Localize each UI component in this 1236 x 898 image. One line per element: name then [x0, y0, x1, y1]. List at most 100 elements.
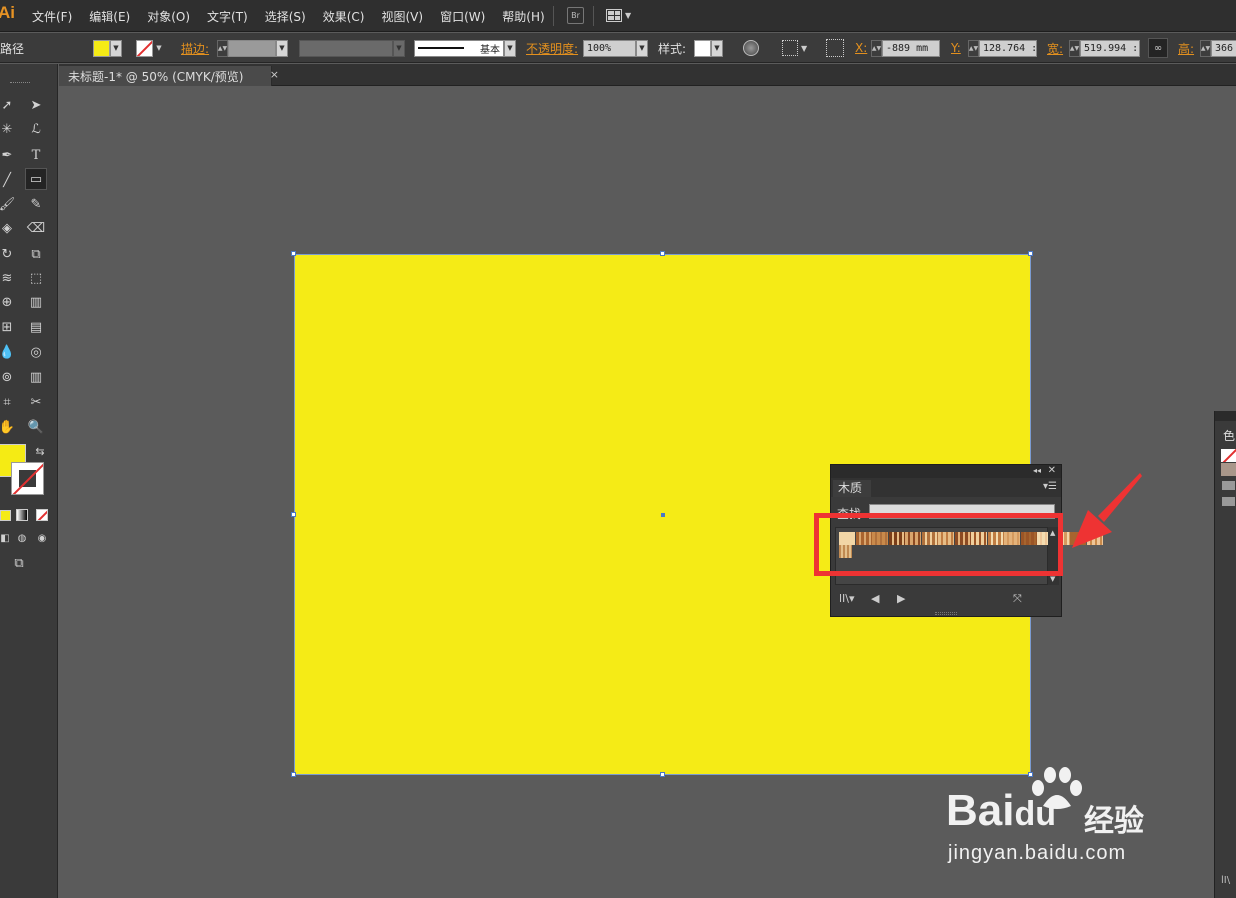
- gradient-mode-button[interactable]: [11, 504, 33, 526]
- menu-item[interactable]: 效果(C): [323, 8, 365, 25]
- arrange-documents-button[interactable]: ▼: [606, 8, 634, 23]
- blend-tool-icon[interactable]: ◎: [25, 341, 47, 363]
- selection-tool-icon[interactable]: ➚: [0, 94, 18, 116]
- opacity-dropdown[interactable]: ▼: [636, 39, 648, 57]
- selection-handle[interactable]: [291, 772, 296, 777]
- align-icon[interactable]: [782, 40, 798, 56]
- pencil-tool-icon[interactable]: ✎: [25, 193, 47, 215]
- panel-resize-grip[interactable]: [935, 612, 957, 615]
- stroke-weight-spinner[interactable]: ▲▼: [217, 39, 228, 57]
- opacity-field[interactable]: 100%: [583, 39, 636, 57]
- selection-handle[interactable]: [291, 512, 296, 517]
- width-spinner[interactable]: ▲▼: [1069, 39, 1080, 57]
- menu-item[interactable]: 文字(T): [207, 8, 248, 25]
- color-swatch[interactable]: [1221, 463, 1236, 476]
- blob-brush-tool-icon[interactable]: ◈: [0, 217, 18, 239]
- folder-icon[interactable]: [1222, 497, 1235, 506]
- scroll-down-icon[interactable]: ▼: [1050, 575, 1055, 583]
- stroke-dropdown[interactable]: ▼: [153, 39, 165, 57]
- hand-tool-icon[interactable]: ✋: [0, 416, 18, 438]
- menu-item[interactable]: 选择(S): [265, 8, 306, 25]
- x-field[interactable]: -889 mm: [882, 39, 940, 57]
- height-spinner[interactable]: ▲▼: [1200, 39, 1211, 57]
- close-icon[interactable]: ✕: [1048, 465, 1056, 476]
- perspective-grid-tool-icon[interactable]: ▥: [25, 291, 47, 313]
- warp-tool-icon[interactable]: ≋: [0, 267, 18, 289]
- y-field[interactable]: 128.764 :: [979, 39, 1037, 57]
- graphic-style-swatch[interactable]: [694, 39, 711, 57]
- type-tool-icon[interactable]: T: [25, 144, 47, 166]
- width-label[interactable]: 宽:: [1047, 40, 1063, 57]
- fill-dropdown[interactable]: ▼: [110, 39, 122, 57]
- previous-library-icon[interactable]: ◀: [871, 592, 879, 605]
- selection-handle[interactable]: [660, 251, 665, 256]
- folder-icon[interactable]: [1222, 481, 1235, 490]
- artboard-tool-icon[interactable]: ⌗: [0, 391, 18, 413]
- y-label[interactable]: Y:: [951, 41, 961, 55]
- direct-selection-tool-icon[interactable]: ➤: [25, 94, 47, 116]
- bridge-button[interactable]: Br: [567, 7, 584, 24]
- next-library-icon[interactable]: ▶: [897, 592, 905, 605]
- lasso-tool-icon[interactable]: ℒ: [25, 118, 47, 140]
- draw-inside-icon[interactable]: ◉: [31, 527, 53, 549]
- menu-item[interactable]: 帮助(H): [502, 8, 544, 25]
- library-menu-icon[interactable]: lI\: [1221, 875, 1230, 886]
- scale-tool-icon[interactable]: ⧉: [25, 243, 47, 265]
- menu-item[interactable]: 窗口(W): [440, 8, 485, 25]
- column-graph-tool-icon[interactable]: ▥: [25, 366, 47, 388]
- selection-handle[interactable]: [660, 772, 665, 777]
- gradient-tool-icon[interactable]: ▤: [25, 316, 47, 338]
- shape-builder-tool-icon[interactable]: ⊕: [0, 291, 18, 313]
- eraser-tool-icon[interactable]: ⌫: [25, 217, 47, 239]
- stroke-profile-field[interactable]: 基本: [414, 39, 504, 57]
- zoom-tool-icon[interactable]: 🔍: [25, 416, 47, 438]
- menu-icon[interactable]: ▾☰: [1043, 481, 1057, 492]
- graphic-style-dropdown[interactable]: ▼: [711, 39, 723, 57]
- x-label[interactable]: X:: [855, 41, 867, 55]
- none-mode-button[interactable]: [31, 504, 53, 526]
- draw-behind-icon[interactable]: ◍: [11, 527, 33, 549]
- stroke-color-box[interactable]: [11, 462, 44, 495]
- panel-title-bar[interactable]: ◂◂ ✕: [831, 465, 1061, 478]
- symbol-sprayer-tool-icon[interactable]: ⊚: [0, 366, 18, 388]
- stroke-weight-field[interactable]: [228, 39, 276, 57]
- panel-grip[interactable]: [10, 82, 30, 84]
- menu-item[interactable]: 文件(F): [32, 8, 72, 25]
- variable-width-field[interactable]: [299, 39, 393, 57]
- variable-width-dropdown[interactable]: ▼: [393, 39, 405, 57]
- chevron-down-icon[interactable]: ▼: [801, 44, 807, 53]
- document-tab[interactable]: 未标题-1* @ 50% (CMYK/预览) ×: [59, 66, 279, 86]
- stroke-weight-dropdown[interactable]: ▼: [276, 39, 288, 57]
- eyedropper-tool-icon[interactable]: 💧: [0, 341, 18, 363]
- y-spinner[interactable]: ▲▼: [968, 39, 979, 57]
- height-field[interactable]: 366: [1211, 39, 1236, 57]
- reference-point-icon[interactable]: [826, 39, 844, 57]
- opacity-label[interactable]: 不透明度:: [526, 40, 578, 57]
- rotate-tool-icon[interactable]: ↻: [0, 243, 18, 265]
- fill-swatch[interactable]: [93, 39, 110, 57]
- tools-icon[interactable]: ⤧: [1013, 592, 1022, 606]
- menu-item[interactable]: 编辑(E): [89, 8, 130, 25]
- none-swatch[interactable]: [1221, 449, 1236, 462]
- slice-tool-icon[interactable]: ✂: [25, 391, 47, 413]
- menu-item[interactable]: 对象(O): [147, 8, 190, 25]
- close-icon[interactable]: ×: [270, 68, 279, 81]
- height-label[interactable]: 高:: [1178, 40, 1194, 57]
- line-tool-icon[interactable]: ╱: [0, 169, 18, 191]
- stroke-swatch[interactable]: [136, 39, 153, 57]
- selection-handle[interactable]: [291, 251, 296, 256]
- width-field[interactable]: 519.994 :: [1080, 39, 1140, 57]
- stroke-label[interactable]: 描边:: [181, 40, 209, 57]
- menu-item[interactable]: 视图(V): [381, 8, 423, 25]
- tab-color[interactable]: 色: [1223, 427, 1235, 444]
- library-menu-icon[interactable]: lI\▾: [839, 592, 855, 605]
- pen-tool-icon[interactable]: ✒: [0, 144, 18, 166]
- swap-colors-icon[interactable]: ⇆: [29, 440, 51, 462]
- collapse-icon[interactable]: ◂◂: [1033, 466, 1041, 475]
- x-spinner[interactable]: ▲▼: [871, 39, 882, 57]
- free-transform-tool-icon[interactable]: ⬚: [25, 267, 47, 289]
- recolor-artwork-icon[interactable]: [743, 40, 759, 56]
- screen-mode-icon[interactable]: ⧉: [8, 552, 30, 574]
- mesh-tool-icon[interactable]: ⊞: [0, 316, 18, 338]
- constrain-proportions-link-icon[interactable]: ∞: [1148, 38, 1168, 58]
